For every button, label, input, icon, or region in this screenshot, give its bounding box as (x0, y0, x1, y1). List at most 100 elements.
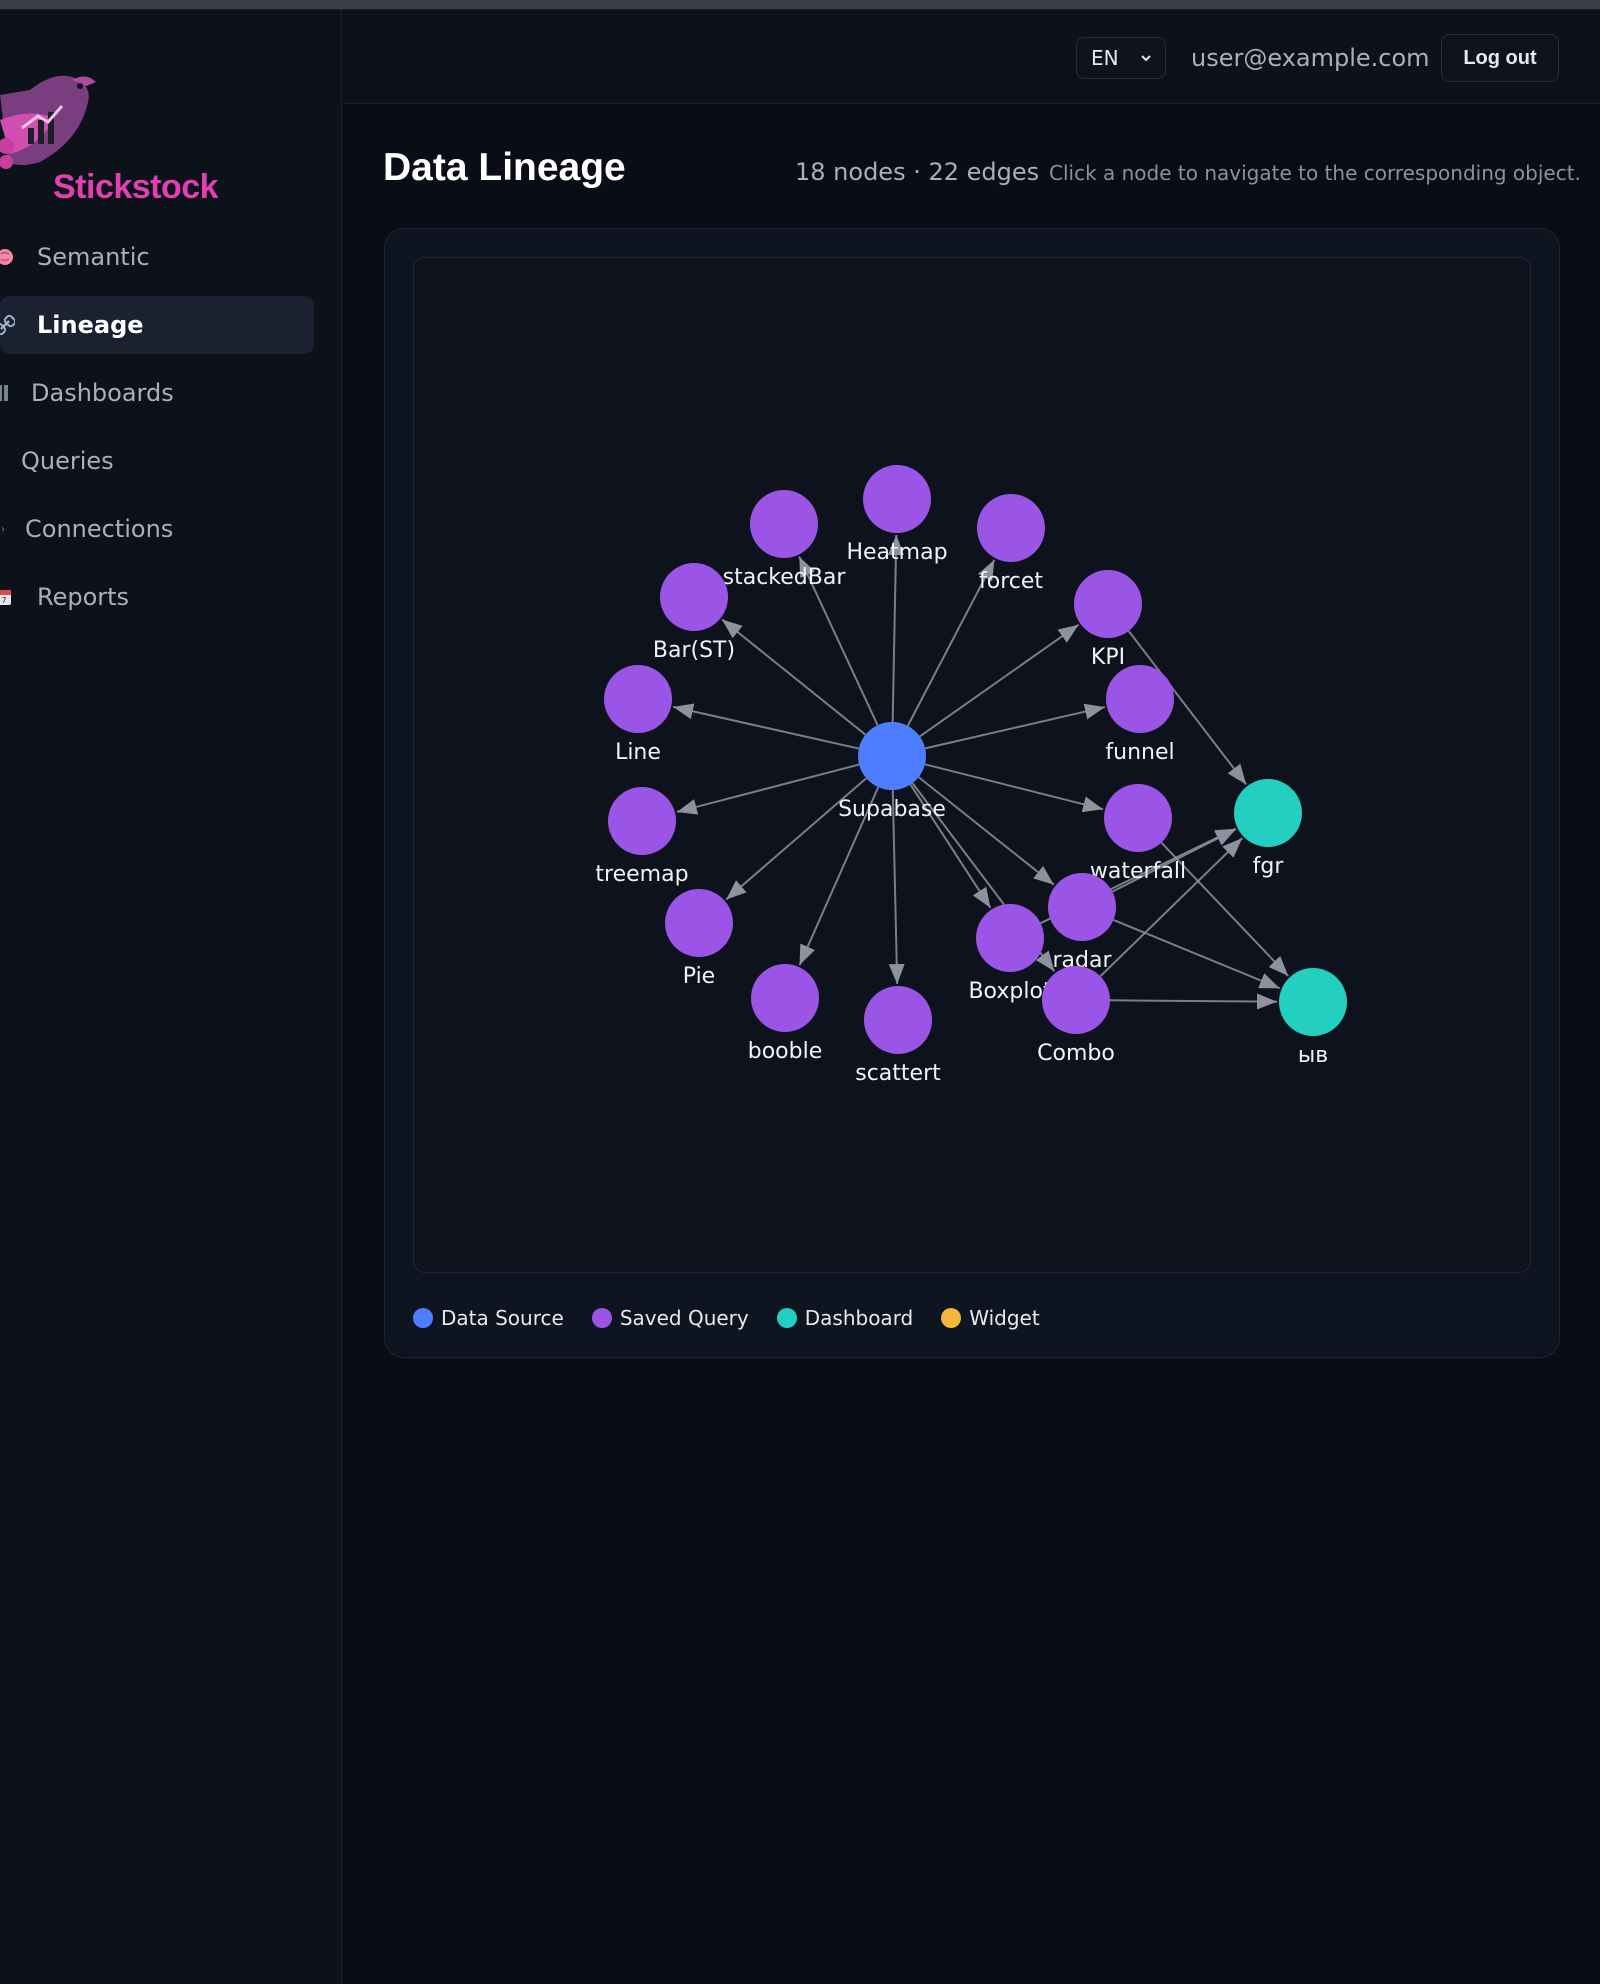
graph-node-circle[interactable] (1106, 665, 1174, 733)
graph-node-circle[interactable] (858, 722, 926, 790)
graph-node-circle[interactable] (751, 964, 819, 1032)
graph-node-circle[interactable] (1104, 784, 1172, 852)
graph-node-booble[interactable]: booble (748, 964, 823, 1064)
sidebar-item-reports[interactable]: 7 Reports (0, 568, 314, 626)
sidebar-item-label: Queries (21, 447, 114, 475)
graph-node-supabase[interactable]: Supabase (838, 722, 946, 822)
window-top-edge (0, 0, 1600, 10)
top-header: EN user@example.com Log out (343, 10, 1600, 104)
graph-node-circle[interactable] (976, 904, 1044, 972)
legend-item-saved-query: Saved Query (591, 1306, 749, 1330)
legend-item-dashboard: Dashboard (776, 1306, 914, 1330)
graph-legend: Data Source Saved Query Dashboard Widget (413, 1303, 1068, 1333)
legend-label: Data Source (441, 1306, 564, 1330)
legend-item-widget: Widget (941, 1306, 1040, 1330)
graph-node-label: stackedBar (723, 565, 847, 590)
lineage-graph[interactable]: Supabase HeatmapstackedBar forcet Bar(ST) KP… (414, 258, 1531, 1273)
legend-label: Dashboard (804, 1306, 914, 1330)
graph-node-circle[interactable] (1279, 968, 1347, 1036)
graph-edge (1109, 993, 1278, 1010)
graph-node-waterfall[interactable]: waterfall (1090, 784, 1186, 884)
link-icon (0, 314, 16, 336)
graph-node-combo[interactable]: Combo (1037, 966, 1115, 1066)
calendar-icon: 7 (0, 586, 16, 608)
graph-node-circle[interactable] (1042, 966, 1110, 1034)
graph-node-label: Pie (683, 964, 715, 989)
sidebar-item-dashboards[interactable]: Dashboards (0, 364, 314, 422)
bird-logo-icon (0, 75, 96, 169)
legend-dot (591, 1308, 612, 1328)
graph-node-label: fgr (1253, 854, 1285, 879)
graph-node-forcet[interactable]: forcet (977, 494, 1045, 594)
graph-node-boxplot[interactable]: Boxplot (968, 904, 1052, 1004)
graph-node-stackedbar[interactable]: stackedBar (723, 490, 847, 590)
legend-dot (776, 1308, 797, 1328)
svg-text:7: 7 (1, 596, 6, 605)
graph-node-radar[interactable]: radar (1048, 873, 1116, 973)
graph-edge (919, 623, 1080, 738)
language-select[interactable]: EN (1076, 37, 1166, 79)
graph-node-label: forcet (979, 569, 1043, 594)
graph-node-label: waterfall (1090, 859, 1186, 884)
graph-node-line[interactable]: Line (604, 665, 672, 765)
graph-hint: Click a node to navigate to the correspo… (1049, 161, 1581, 185)
graph-node-label: ыв (1298, 1043, 1328, 1068)
graph-edge (1113, 919, 1281, 990)
chevron-right-icon: › (1, 523, 5, 535)
brand-logo[interactable]: Stickstock (0, 50, 240, 206)
graph-node-circle[interactable] (864, 986, 932, 1054)
graph-node-ybv[interactable]: ыв (1279, 968, 1347, 1068)
sidebar-item-connections[interactable]: › Connections (0, 500, 314, 558)
graph-node-circle[interactable] (863, 465, 931, 533)
legend-dot (941, 1308, 962, 1328)
graph-node-label: KPI (1091, 645, 1125, 670)
sidebar: Stickstock Semantic Lineage Dashboards Q… (0, 10, 342, 1984)
graph-node-circle[interactable] (665, 889, 733, 957)
graph-node-circle[interactable] (750, 490, 818, 558)
graph-stats: 18 nodes · 22 edges (795, 158, 1040, 186)
graph-node-label: treemap (595, 862, 688, 887)
graph-node-treemap[interactable]: treemap (595, 787, 689, 887)
brain-icon (0, 246, 16, 268)
graph-node-label: Bar(ST) (653, 638, 735, 663)
legend-item-data-source: Data Source (413, 1306, 564, 1330)
brand-name: Stickstock (53, 168, 219, 206)
graph-node-circle[interactable] (1234, 779, 1302, 847)
graph-node-kpi[interactable]: KPI (1074, 570, 1142, 670)
lineage-panel: Supabase Heatmap stackedBar forcet Bar(ST) KP… (384, 228, 1560, 1358)
graph-node-circle[interactable] (1074, 570, 1142, 638)
graph-node-label: Heatmap (846, 540, 947, 565)
sidebar-item-semantic[interactable]: Semantic (0, 228, 314, 286)
graph-node-circle[interactable] (1048, 873, 1116, 941)
lineage-graph-canvas[interactable]: Supabase Heatmap stackedBar forcet Bar(ST) KP… (413, 257, 1531, 1273)
graph-node-circle[interactable] (608, 787, 676, 855)
graph-edge (917, 776, 1055, 886)
graph-node-funnel[interactable]: funnel (1105, 665, 1175, 765)
sidebar-item-label: Reports (37, 583, 130, 611)
graph-node-heatmap[interactable]: Heatmap (846, 465, 948, 565)
sidebar-item-label: Dashboards (31, 379, 174, 407)
graph-node-pie[interactable]: Pie (665, 889, 733, 989)
graph-node-circle[interactable] (977, 494, 1045, 562)
page-title: Data Lineage (383, 146, 626, 189)
graph-node-label: scattert (855, 1061, 941, 1086)
graph-edge (721, 618, 867, 736)
graph-node-fgr[interactable]: fgr (1234, 779, 1302, 879)
sidebar-item-label: Lineage (37, 311, 144, 339)
logout-button[interactable]: Log out (1441, 34, 1559, 82)
graph-node-circle[interactable] (604, 665, 672, 733)
graph-node-label: Supabase (838, 797, 946, 822)
user-email: user@example.com (1191, 44, 1430, 72)
graph-node-label: booble (748, 1039, 823, 1064)
graph-node-label: Boxplot (968, 979, 1051, 1004)
graph-node-label: funnel (1105, 740, 1174, 765)
language-value: EN (1091, 46, 1119, 70)
legend-dot (413, 1308, 433, 1328)
sidebar-item-lineage[interactable]: Lineage (0, 296, 314, 354)
sidebar-nav: Semantic Lineage Dashboards Queries › Co… (0, 228, 342, 636)
graph-node-circle[interactable] (660, 563, 728, 631)
graph-edge (672, 703, 860, 750)
sidebar-item-queries[interactable]: Queries (0, 432, 314, 490)
graph-node-scattert[interactable]: scattert (855, 986, 941, 1086)
sidebar-item-label: Semantic (37, 243, 150, 271)
